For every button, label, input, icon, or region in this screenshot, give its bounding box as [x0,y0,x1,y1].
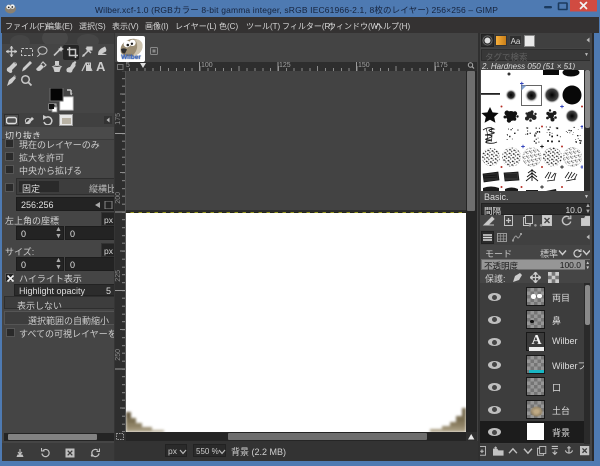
svg-text:A: A [96,59,106,74]
